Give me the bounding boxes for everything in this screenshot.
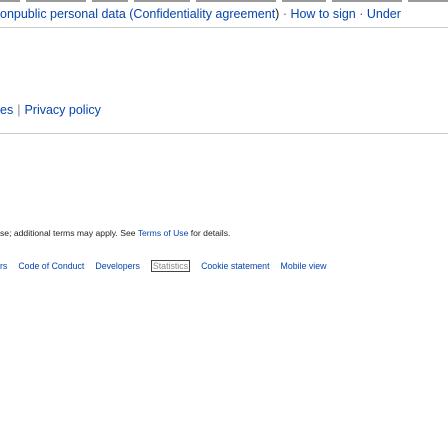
license-notice: se; additional terms may apply. See Term…: [0, 228, 230, 239]
section-link-line: es | Privacy policy: [0, 102, 101, 118]
footer-link-statistics[interactable]: Statistics: [150, 260, 191, 272]
top-link-confidentiality[interactable]: onpublic personal data (Confidentiality …: [0, 7, 275, 21]
divider-middle: [0, 133, 448, 134]
page: onpublic personal data (Confidentiality …: [0, 0, 448, 448]
footer-links: rs Code of Conduct Developers Statistics Coo…: [0, 260, 338, 272]
footer-link-mobile-view[interactable]: Mobile view: [281, 261, 327, 271]
footer-link-code-of-conduct[interactable]: Code of Conduct: [18, 261, 84, 271]
top-link-line: onpublic personal data (Confidentiality …: [0, 7, 401, 21]
section-separator: |: [17, 103, 21, 117]
footer-link-cookie-statement[interactable]: Cookie statement: [201, 261, 269, 271]
top-link-how-to-sign[interactable]: How to sign: [290, 7, 355, 21]
license-text-before: se; additional terms may apply. See: [0, 228, 138, 238]
privacy-policy-link[interactable]: Privacy policy: [24, 103, 100, 117]
section-link-prev[interactable]: es: [0, 103, 13, 117]
footer-link-prev[interactable]: rs: [0, 261, 7, 271]
top-link-under[interactable]: Under: [367, 7, 401, 21]
divider-top: [0, 27, 448, 28]
footer-link-developers[interactable]: Developers: [95, 261, 140, 271]
license-text-after: for details.: [188, 228, 231, 238]
terms-of-use-link[interactable]: Terms of Use: [138, 228, 189, 238]
cut-off-text-strip: [0, 0, 448, 3]
